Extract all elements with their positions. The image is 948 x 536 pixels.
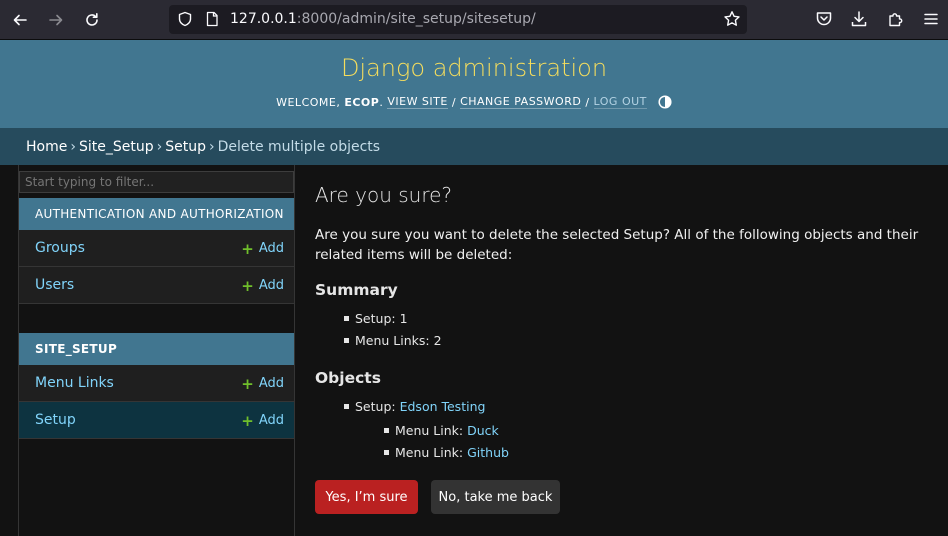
back-icon[interactable] — [8, 8, 32, 32]
plus-icon: + — [241, 374, 254, 393]
breadcrumb: Home › Site_Setup › Setup › Delete multi… — [0, 128, 948, 165]
change-password-link[interactable]: CHANGE PASSWORD — [460, 95, 582, 109]
plus-icon: + — [241, 276, 254, 295]
delete-confirmation-text: Are you sure you want to delete the sele… — [315, 227, 919, 263]
summary-item-menu-links: Menu Links: 2 — [355, 333, 442, 348]
add-label: Add — [258, 413, 284, 428]
welcome-text: WELCOME, — [276, 95, 341, 109]
view-site-link[interactable]: VIEW SITE — [387, 95, 448, 109]
list-item: Menu Links: 2 — [344, 332, 442, 354]
sidebar-item-label[interactable]: Menu Links — [35, 375, 114, 391]
bullet — [344, 316, 349, 321]
sidebar-item-setup[interactable]: Setup + Add — [19, 402, 294, 439]
pocket-icon[interactable] — [815, 10, 833, 28]
list-item: Setup: Edson Testing — [344, 398, 486, 420]
bookmark-star-icon[interactable] — [723, 10, 741, 28]
log-out-link[interactable]: LOG OUT — [593, 95, 647, 109]
add-setup-button[interactable]: + Add — [241, 413, 284, 428]
menu-icon[interactable] — [922, 10, 940, 28]
bullet — [344, 338, 349, 343]
sidebar-item-label[interactable]: Users — [35, 277, 74, 293]
url-text: 127.0.0.1:8000/admin/site_setup/sitesetu… — [230, 11, 536, 27]
module-caption-site-setup[interactable]: SITE_SETUP — [19, 333, 294, 365]
admin-header: Django administration WELCOME, ECOP. VIE… — [0, 40, 948, 128]
bullet — [384, 450, 389, 455]
plus-icon: + — [241, 411, 254, 430]
module-site-setup: SITE_SETUP Menu Links + Add Setup + Add — [19, 333, 294, 439]
page-title: Are you sure? — [315, 183, 453, 207]
url-path: :8000/admin/site_setup/sitesetup/ — [296, 11, 536, 27]
address-bar[interactable]: 127.0.0.1:8000/admin/site_setup/sitesetu… — [169, 5, 747, 34]
breadcrumb-site-setup[interactable]: Site_Setup — [79, 139, 154, 155]
object-link-duck[interactable]: Duck — [467, 423, 499, 438]
nested-objects-list: Menu Link: Duck Menu Link: Github — [384, 422, 509, 466]
user-tools-separator: / — [451, 95, 457, 109]
reload-icon[interactable] — [80, 8, 104, 32]
cancel-button[interactable]: No, take me back — [431, 480, 560, 514]
confirm-delete-button[interactable]: Yes, I’m sure — [315, 480, 418, 514]
bullet — [384, 428, 389, 433]
theme-toggle-icon[interactable] — [658, 95, 672, 109]
user-tools-separator: / — [585, 95, 590, 109]
url-host: 127.0.0.1 — [230, 11, 297, 27]
object-link-github[interactable]: Github — [467, 445, 509, 460]
sidebar-item-label[interactable]: Setup — [35, 412, 76, 428]
add-menu-links-button[interactable]: + Add — [241, 376, 284, 391]
object-type-label: Menu Link: — [395, 423, 464, 438]
username: ECOP — [344, 95, 380, 109]
object-type-label: Setup: — [355, 399, 396, 414]
list-item: Menu Link: Github — [384, 444, 509, 466]
summary-heading: Summary — [315, 281, 398, 299]
sidebar-item-groups[interactable]: Groups + Add — [19, 230, 294, 267]
extensions-icon[interactable] — [887, 10, 905, 28]
sidebar-filter-input[interactable] — [19, 171, 294, 193]
add-users-button[interactable]: + Add — [241, 278, 284, 293]
summary-item-setup: Setup: 1 — [355, 311, 408, 326]
summary-list: Setup: 1 Menu Links: 2 — [344, 310, 442, 354]
breadcrumb-current: Delete multiple objects — [217, 138, 381, 155]
add-label: Add — [258, 278, 284, 293]
site-branding[interactable]: Django administration — [0, 54, 948, 82]
username-period: . — [379, 95, 384, 109]
shield-icon[interactable] — [177, 11, 193, 27]
plus-icon: + — [241, 239, 254, 258]
browser-toolbar: 127.0.0.1:8000/admin/site_setup/sitesetu… — [0, 0, 948, 40]
user-tools: WELCOME, ECOP. VIEW SITE / CHANGE PASSWO… — [0, 95, 948, 109]
downloads-icon[interactable] — [850, 10, 868, 28]
breadcrumb-arrow: › — [70, 138, 76, 155]
add-label: Add — [258, 241, 284, 256]
sidebar-item-menu-links[interactable]: Menu Links + Add — [19, 365, 294, 402]
nav-sidebar: AUTHENTICATION AND AUTHORIZATION Groups … — [0, 165, 295, 536]
bullet — [344, 404, 349, 409]
forward-icon[interactable] — [44, 8, 68, 32]
object-type-label: Menu Link: — [395, 445, 464, 460]
breadcrumb-setup[interactable]: Setup — [165, 139, 206, 155]
objects-heading: Objects — [315, 369, 381, 387]
breadcrumb-home[interactable]: Home — [26, 139, 67, 155]
sidebar-item-label[interactable]: Groups — [35, 240, 85, 256]
module-auth: AUTHENTICATION AND AUTHORIZATION Groups … — [19, 198, 294, 304]
page-icon[interactable] — [204, 11, 220, 27]
object-link-edson-testing[interactable]: Edson Testing — [400, 399, 486, 414]
sidebar-item-users[interactable]: Users + Add — [19, 267, 294, 304]
list-item: Menu Link: Duck — [384, 422, 509, 444]
add-groups-button[interactable]: + Add — [241, 241, 284, 256]
breadcrumb-arrow: › — [208, 138, 215, 155]
module-caption-auth[interactable]: AUTHENTICATION AND AUTHORIZATION — [19, 198, 294, 230]
objects-list: Setup: Edson Testing — [344, 398, 486, 420]
add-label: Add — [258, 376, 284, 391]
breadcrumb-arrow: › — [156, 138, 163, 155]
list-item: Setup: 1 — [344, 310, 442, 332]
